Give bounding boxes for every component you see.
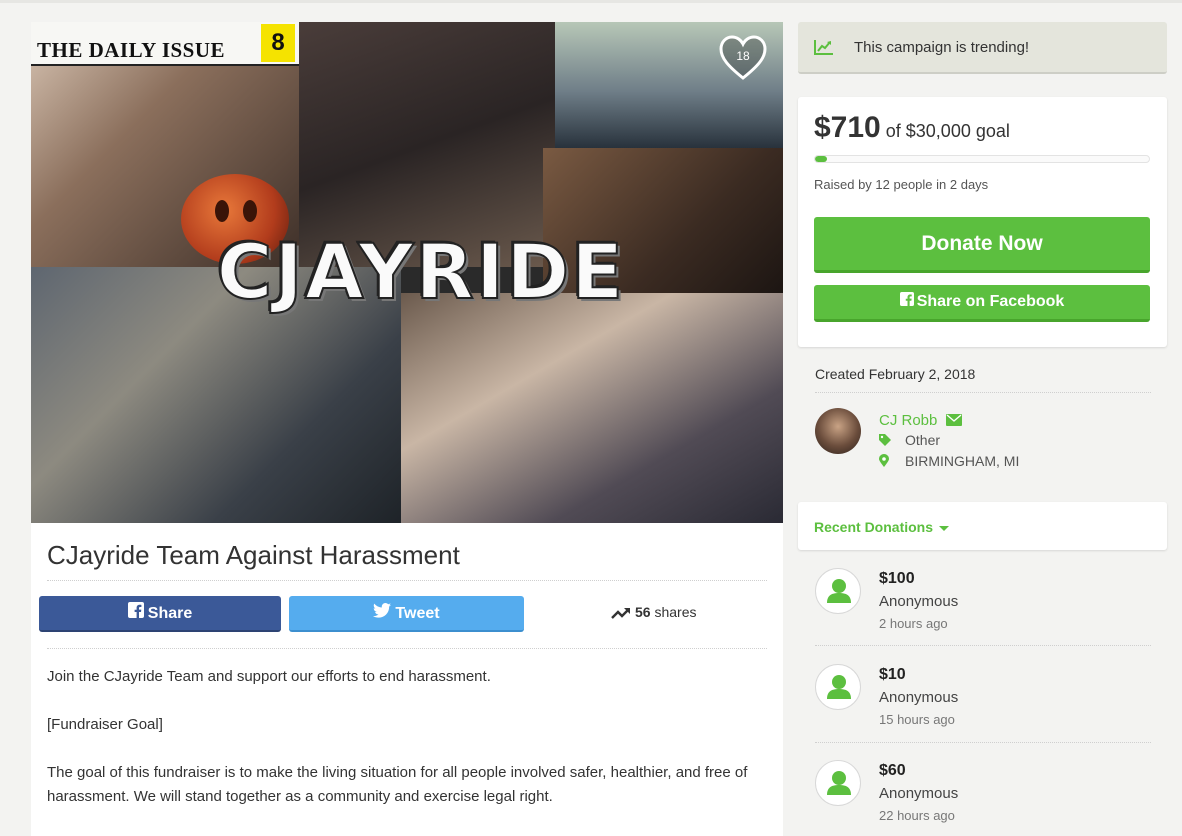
- facebook-share-button[interactable]: Share: [39, 596, 281, 632]
- organizer-location-row: BIRMINGHAM, MI: [879, 453, 1019, 470]
- description-paragraph: Join the CJayride Team and support our e…: [47, 668, 491, 685]
- divider: [815, 392, 1151, 393]
- tweet-label: Tweet: [395, 605, 440, 623]
- chevron-down-icon: [939, 525, 950, 531]
- divider: [815, 645, 1151, 646]
- donation-time: 22 hours ago: [879, 808, 955, 823]
- description-paragraph: The goal of this fundraiser is to make t…: [47, 764, 748, 805]
- top-border: [0, 0, 1182, 3]
- donation-amount: $10: [879, 666, 906, 683]
- share-count-number: 56: [635, 604, 651, 620]
- donor-name: Anonymous: [879, 593, 959, 610]
- donor-avatar: [815, 568, 861, 614]
- organizer-category[interactable]: Other: [905, 432, 940, 448]
- donor-avatar: [815, 664, 861, 710]
- organizer-category-row: Other: [879, 432, 940, 449]
- collage-tile: [401, 293, 783, 523]
- twitter-icon: [373, 596, 392, 632]
- recent-donations-toggle[interactable]: Recent Donations: [798, 502, 1167, 550]
- created-date: Created February 2, 2018: [815, 366, 976, 382]
- trending-up-icon: [611, 608, 630, 620]
- description-paragraph: [Fundraiser Goal]: [47, 716, 163, 733]
- share-count-label: shares: [654, 604, 697, 620]
- trending-banner: This campaign is trending!: [798, 22, 1167, 74]
- envelope-icon[interactable]: [945, 413, 962, 430]
- organizer-card: CJ Robb Other BIRMINGHAM, MI: [815, 408, 1151, 470]
- donation-item: $60 Anonymous 22 hours ago: [815, 760, 1151, 836]
- campaign-title: CJayride Team Against Harassment: [47, 540, 460, 570]
- raised-summary: $710 of $30,000 goal: [814, 111, 1010, 145]
- donor-name: Anonymous: [879, 689, 959, 706]
- divider: [815, 742, 1151, 743]
- organizer-avatar[interactable]: [815, 408, 861, 454]
- donation-amount: $60: [879, 762, 906, 779]
- location-pin-icon: [879, 454, 897, 470]
- tag-icon: [879, 433, 897, 449]
- trending-text: This campaign is trending!: [854, 39, 1030, 56]
- newspaper-number: 8: [261, 24, 295, 62]
- favorite-button[interactable]: 18: [718, 34, 768, 82]
- donor-name: Anonymous: [879, 785, 959, 802]
- progress-fill: [815, 156, 827, 162]
- donate-now-button[interactable]: Donate Now: [814, 217, 1150, 273]
- raised-by-text: Raised by 12 people in 2 days: [814, 177, 989, 192]
- share-on-facebook-label: Share on Facebook: [916, 293, 1065, 311]
- trending-chart-icon: [814, 39, 834, 60]
- recent-donations-label: Recent Donations: [814, 519, 950, 535]
- newspaper-title: THE DAILY ISSUE: [37, 38, 226, 62]
- brand-logo-text: CJAYRIDE: [216, 226, 626, 317]
- donation-time: 2 hours ago: [879, 616, 948, 631]
- share-on-facebook-button[interactable]: Share on Facebook: [814, 285, 1150, 322]
- facebook-icon: [899, 285, 914, 319]
- newspaper-header: THE DAILY ISSUE 8: [31, 22, 299, 66]
- progress-bar: [814, 155, 1150, 163]
- facebook-icon: [127, 596, 144, 632]
- goal-text: of $30,000 goal: [885, 121, 1010, 141]
- donation-amount: $100: [879, 570, 915, 587]
- organizer-name-link[interactable]: CJ Robb: [879, 412, 962, 430]
- share-row: Share Tweet 56 shares: [39, 596, 775, 632]
- user-icon: [827, 675, 851, 699]
- donation-item: $10 Anonymous 15 hours ago: [815, 664, 1151, 754]
- user-icon: [827, 579, 851, 603]
- raised-amount: $710: [814, 111, 881, 144]
- campaign-description: Join the CJayride Team and support our e…: [47, 665, 767, 833]
- favorite-count: 18: [736, 49, 750, 63]
- divider: [47, 580, 767, 581]
- recent-donations-text: Recent Donations: [814, 519, 934, 535]
- campaign-hero-image[interactable]: THE DAILY ISSUE 8 CJAYRIDE 18: [31, 22, 783, 523]
- facebook-share-label: Share: [147, 605, 193, 623]
- user-icon: [827, 771, 851, 795]
- divider: [47, 648, 767, 649]
- donation-box: $710 of $30,000 goal Raised by 12 people…: [798, 97, 1167, 347]
- organizer-name: CJ Robb: [879, 412, 938, 429]
- tweet-button[interactable]: Tweet: [289, 596, 524, 632]
- donation-time: 15 hours ago: [879, 712, 955, 727]
- donor-avatar: [815, 760, 861, 806]
- share-count: 56 shares: [611, 604, 697, 620]
- organizer-location: BIRMINGHAM, MI: [905, 453, 1020, 469]
